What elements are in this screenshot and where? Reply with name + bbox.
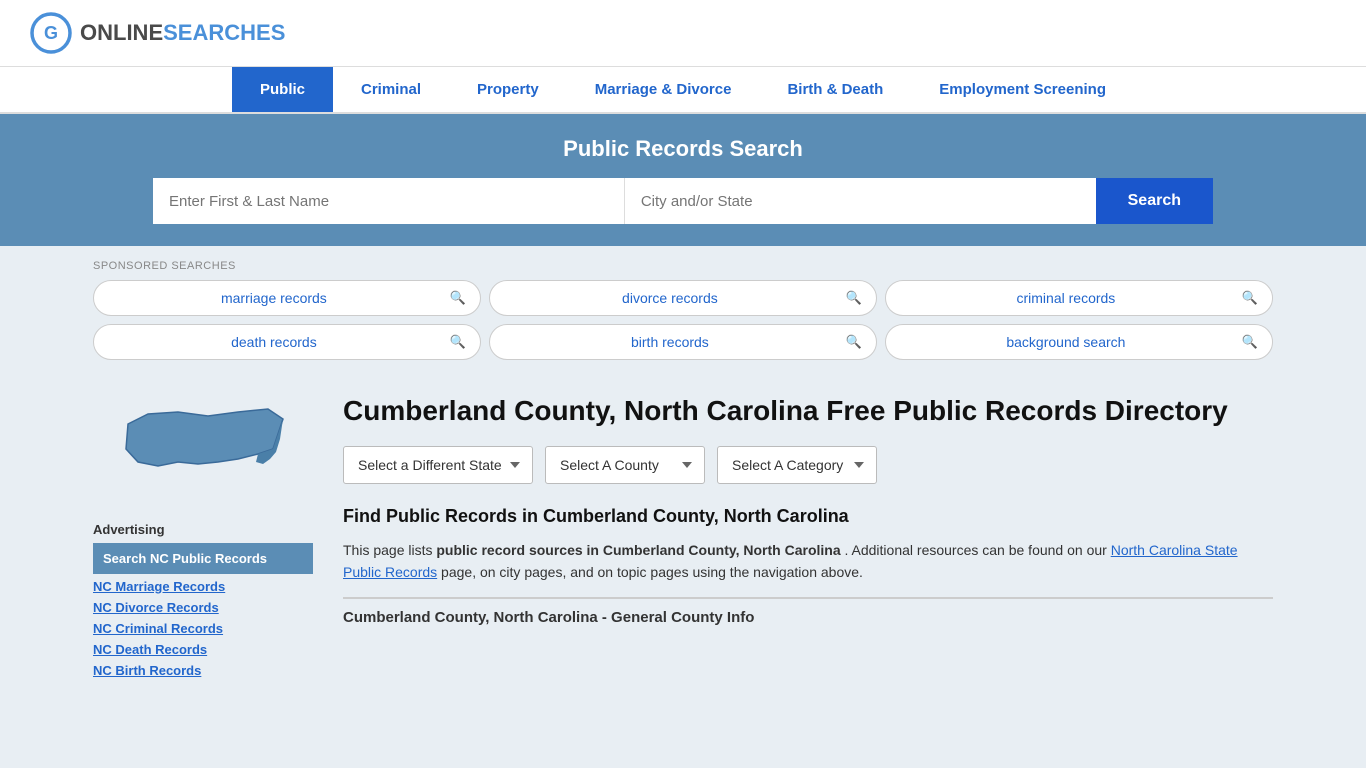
sponsored-label: SPONSORED SEARCHES — [93, 260, 1273, 272]
sidebar-link-death[interactable]: NC Death Records — [93, 639, 313, 660]
body-bold-1: public record sources in Cumberland Coun… — [436, 542, 840, 558]
search-icon-background: 🔍 — [1242, 334, 1258, 350]
nav-item-employment[interactable]: Employment Screening — [911, 67, 1134, 112]
logo-online: ONLINE — [80, 20, 163, 45]
county-dropdown[interactable]: Select A County — [545, 446, 705, 484]
body-text-2: . Additional resources can be found on o… — [845, 542, 1107, 558]
sponsored-link-divorce[interactable]: divorce records — [504, 290, 836, 306]
main-wrapper: SPONSORED SEARCHES marriage records 🔍 di… — [63, 260, 1303, 681]
search-button[interactable]: Search — [1096, 178, 1213, 224]
nc-state-map — [118, 394, 288, 494]
sponsored-item-birth[interactable]: birth records 🔍 — [489, 324, 877, 360]
page-title: Cumberland County, North Carolina Free P… — [343, 394, 1273, 428]
map-box — [93, 394, 313, 494]
header: G ONLINESEARCHES — [0, 0, 1366, 67]
sidebar-link-birth[interactable]: NC Birth Records — [93, 660, 313, 681]
body-text-3: page, on city pages, and on topic pages … — [441, 564, 863, 580]
county-info-header: Cumberland County, North Carolina - Gene… — [343, 597, 1273, 626]
logo-icon: G — [30, 12, 72, 54]
sidebar-link-criminal[interactable]: NC Criminal Records — [93, 618, 313, 639]
sponsored-grid: marriage records 🔍 divorce records 🔍 cri… — [93, 280, 1273, 360]
sidebar-link-divorce[interactable]: NC Divorce Records — [93, 597, 313, 618]
left-sidebar: Advertising Search NC Public Records NC … — [93, 394, 313, 681]
state-dropdown[interactable]: Select a Different State — [343, 446, 533, 484]
sidebar-ad-highlight[interactable]: Search NC Public Records — [93, 543, 313, 574]
main-nav: Public Criminal Property Marriage & Divo… — [0, 67, 1366, 114]
sponsored-item-criminal[interactable]: criminal records 🔍 — [885, 280, 1273, 316]
sponsored-item-background[interactable]: background search 🔍 — [885, 324, 1273, 360]
sponsored-link-birth[interactable]: birth records — [504, 334, 836, 350]
sponsored-link-background[interactable]: background search — [900, 334, 1232, 350]
search-icon-marriage: 🔍 — [450, 290, 466, 306]
find-title: Find Public Records in Cumberland County… — [343, 506, 1273, 527]
nav-item-property[interactable]: Property — [449, 67, 567, 112]
nav-item-public[interactable]: Public — [232, 67, 333, 112]
search-icon-death: 🔍 — [450, 334, 466, 350]
banner-title: Public Records Search — [30, 136, 1336, 162]
sidebar-advertising: Advertising Search NC Public Records NC … — [93, 522, 313, 681]
search-banner: Public Records Search Search — [0, 114, 1366, 246]
svg-text:G: G — [44, 23, 58, 43]
sidebar-link-marriage[interactable]: NC Marriage Records — [93, 576, 313, 597]
nav-item-marriage[interactable]: Marriage & Divorce — [567, 67, 760, 112]
body-text-1: This page lists — [343, 542, 432, 558]
sidebar-ad-label: Advertising — [93, 522, 313, 537]
sponsored-item-divorce[interactable]: divorce records 🔍 — [489, 280, 877, 316]
logo-text: ONLINESEARCHES — [80, 20, 285, 46]
location-input[interactable] — [625, 178, 1096, 224]
search-bar: Search — [153, 178, 1213, 224]
dropdowns-row: Select a Different State Select A County… — [343, 446, 1273, 484]
sponsored-link-marriage[interactable]: marriage records — [108, 290, 440, 306]
logo-searches: SEARCHES — [163, 20, 285, 45]
logo: G ONLINESEARCHES — [30, 12, 285, 54]
nav-item-criminal[interactable]: Criminal — [333, 67, 449, 112]
sponsored-item-death[interactable]: death records 🔍 — [93, 324, 481, 360]
sponsored-link-criminal[interactable]: criminal records — [900, 290, 1232, 306]
sponsored-item-marriage[interactable]: marriage records 🔍 — [93, 280, 481, 316]
category-dropdown[interactable]: Select A Category — [717, 446, 877, 484]
content-row: Advertising Search NC Public Records NC … — [93, 384, 1273, 681]
sponsored-link-death[interactable]: death records — [108, 334, 440, 350]
name-input[interactable] — [153, 178, 625, 224]
search-icon-divorce: 🔍 — [846, 290, 862, 306]
right-main: Cumberland County, North Carolina Free P… — [343, 394, 1273, 681]
search-icon-criminal: 🔍 — [1242, 290, 1258, 306]
search-icon-birth: 🔍 — [846, 334, 862, 350]
nav-item-birth[interactable]: Birth & Death — [759, 67, 911, 112]
body-paragraph: This page lists public record sources in… — [343, 539, 1273, 584]
